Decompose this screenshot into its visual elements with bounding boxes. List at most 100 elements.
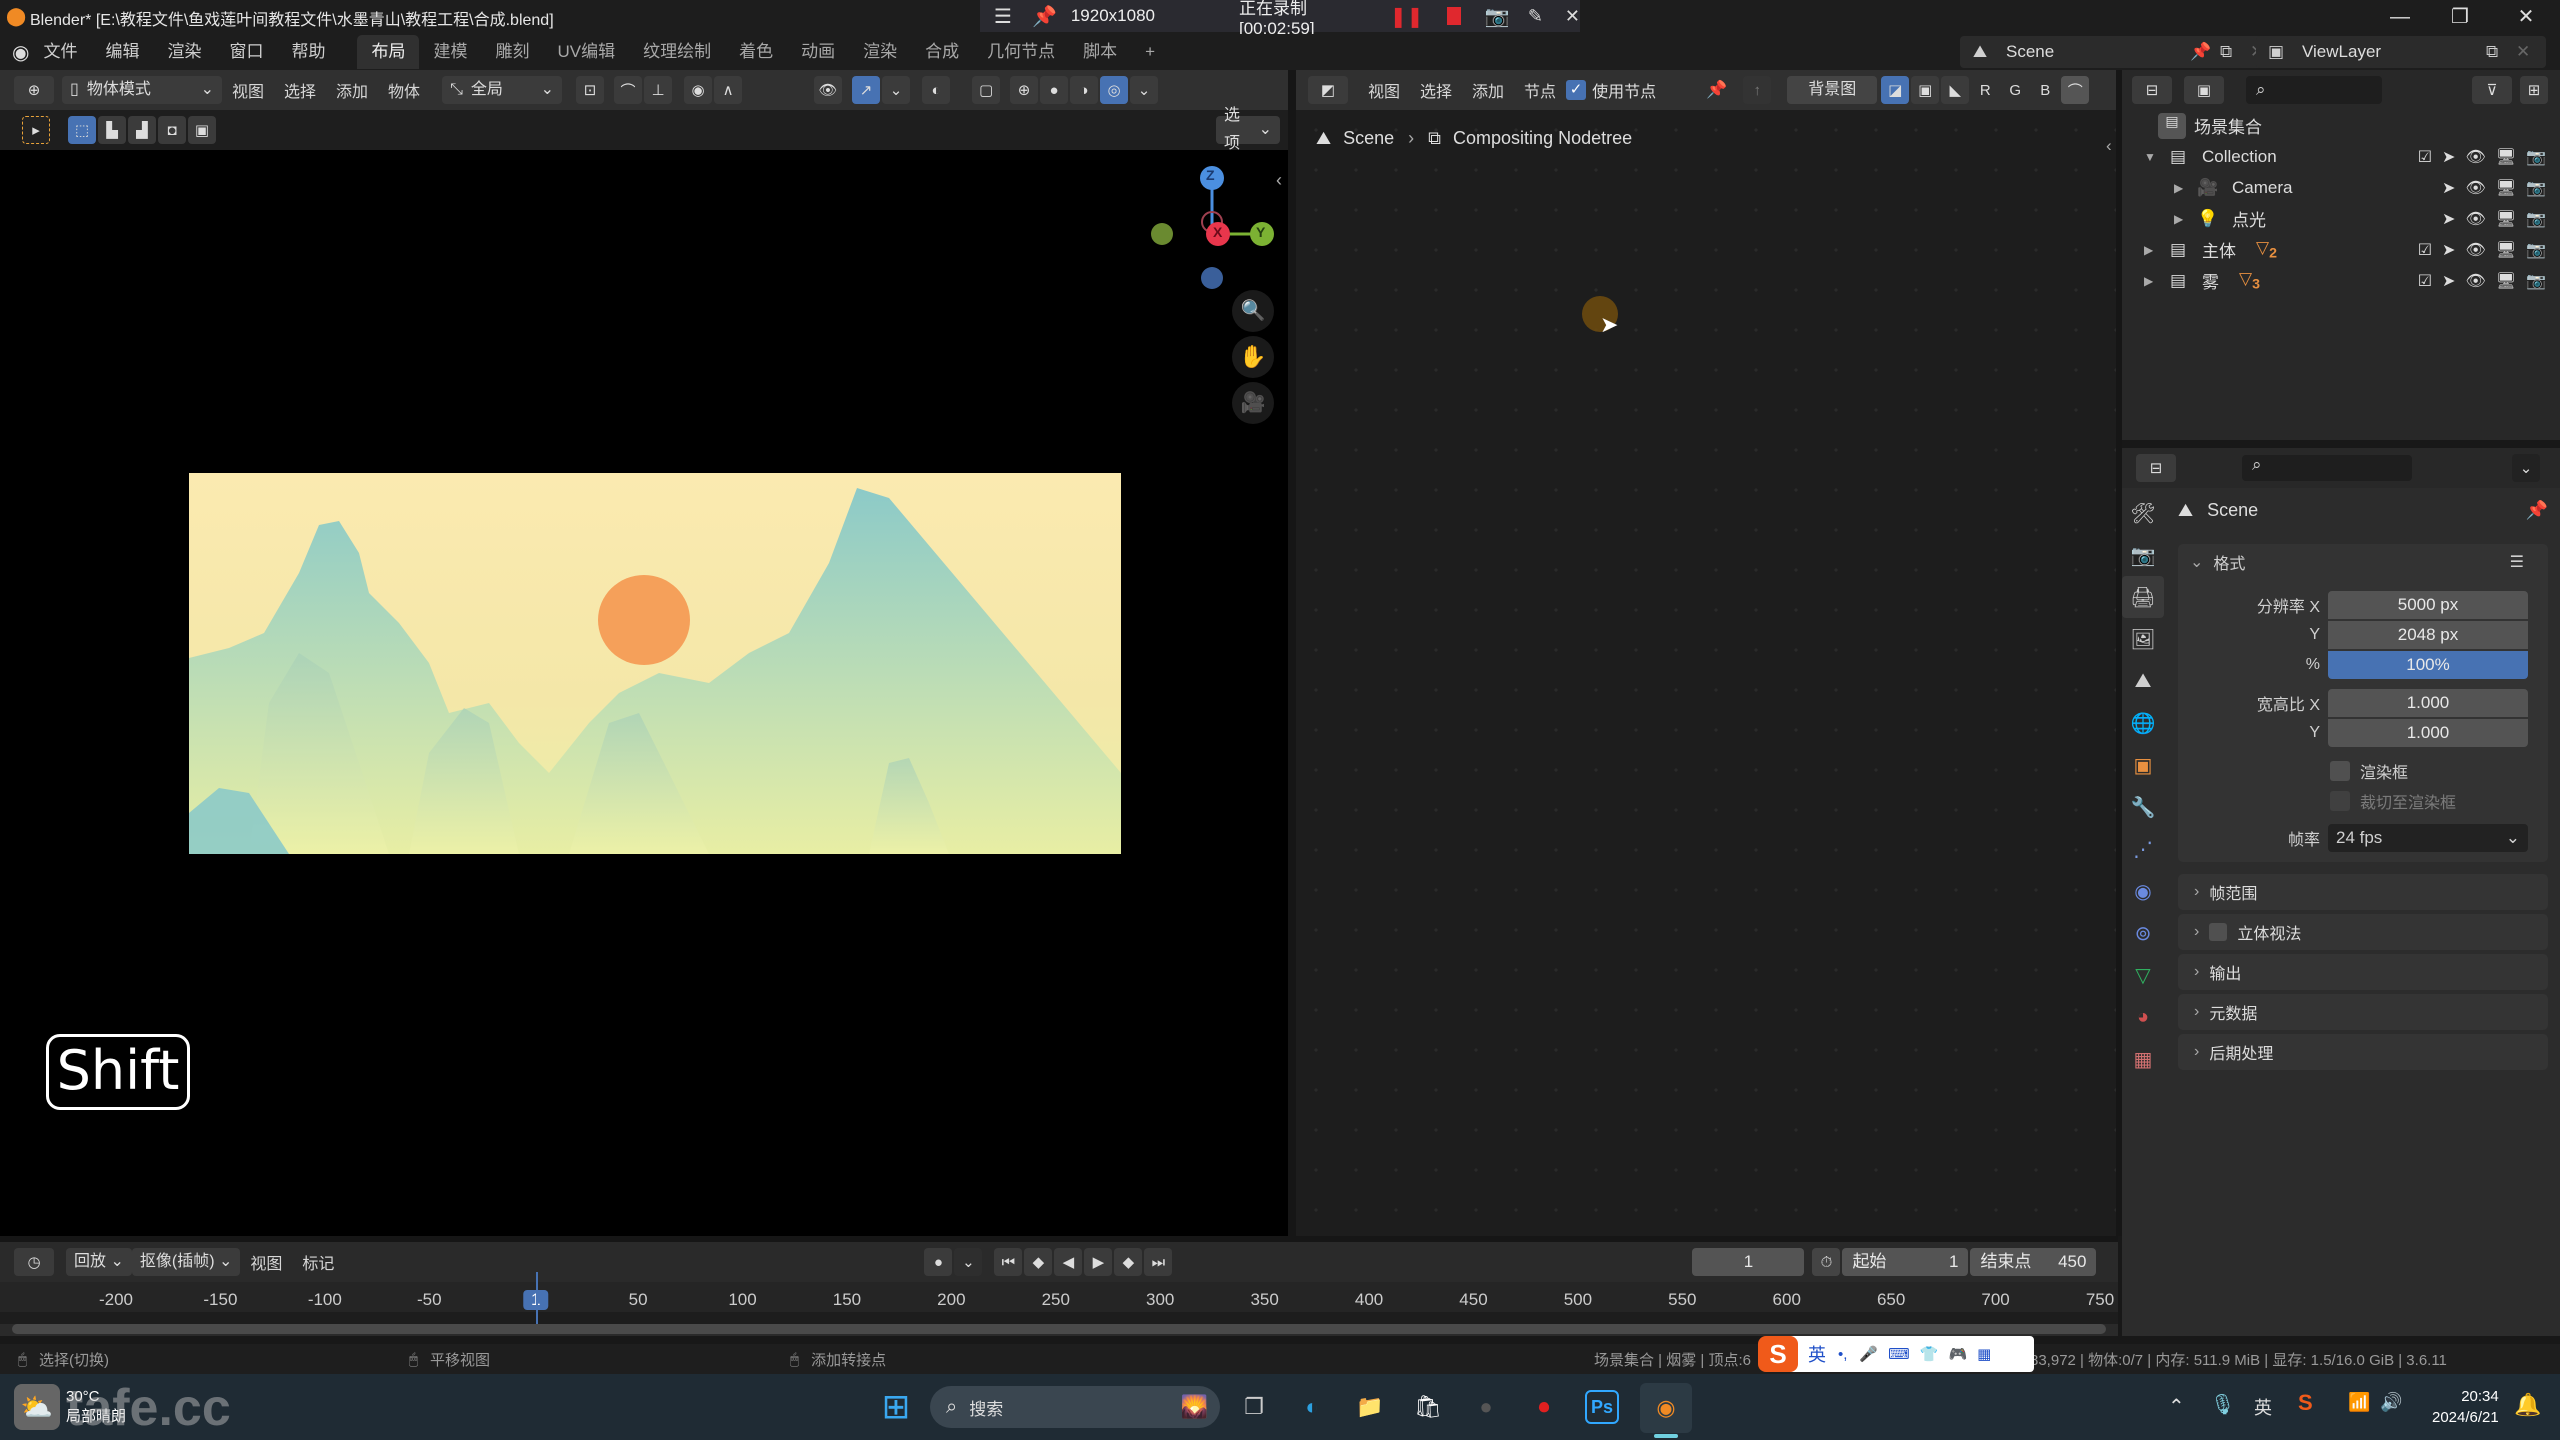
timeline-track[interactable] (0, 1312, 2118, 1324)
microphone-icon[interactable]: 🎤 (1859, 1345, 1878, 1363)
visibility-icon[interactable]: 👁 (814, 76, 843, 104)
ms-store-icon[interactable]: 🛍 (1406, 1385, 1450, 1429)
app-icon[interactable]: ● (1464, 1385, 1508, 1429)
sidebar-toggle-icon[interactable]: ‹ (1276, 170, 1282, 191)
collapsed-panel[interactable]: › 元数据 (2178, 994, 2548, 1030)
tray-language[interactable]: 英 (2254, 1394, 2272, 1420)
selectable-arrow-icon[interactable]: ➤ (2442, 271, 2455, 291)
exclude-checkbox[interactable]: ☑ (2418, 147, 2432, 167)
output-tab-icon[interactable]: 🖨 (2122, 576, 2164, 618)
editor-type-icon[interactable]: ⊕ (14, 76, 54, 104)
rendered-shading-icon[interactable]: ◎ (1100, 76, 1129, 104)
collapsed-panel[interactable]: › 后期处理 (2178, 1034, 2548, 1070)
options-dropdown-icon[interactable]: ⌄ (2512, 454, 2540, 482)
select-subtract-icon[interactable]: ▟ (128, 116, 156, 144)
outliner-root[interactable]: ▤ 场景集合 (2122, 110, 2560, 141)
wireframe-shading-icon[interactable]: ⊕ (1010, 76, 1039, 104)
compositor-node-editor[interactable] (1296, 70, 2116, 1236)
task-view-icon[interactable]: ❐ (1232, 1385, 1276, 1429)
node-menu-node[interactable]: 节点 (1514, 78, 1566, 102)
backdrop-alpha-icon[interactable]: ◣ (1941, 76, 1970, 104)
eye-icon[interactable]: 👁 (2465, 240, 2485, 260)
monitor-icon[interactable]: 🖥 (2496, 147, 2516, 167)
solid-shading-icon[interactable]: ● (1040, 76, 1069, 104)
pencil-icon[interactable]: ✎ (1528, 6, 1543, 27)
selectable-arrow-icon[interactable]: ➤ (2442, 147, 2455, 167)
aspect-x-field[interactable]: 1.000 (2328, 689, 2528, 717)
record-keyframe-icon[interactable]: ● (924, 1248, 953, 1276)
select-intersect-icon[interactable]: ▣ (188, 116, 216, 144)
tab-sculpting[interactable]: 雕刻 (481, 35, 543, 69)
tab-scripting[interactable]: 脚本 (1069, 35, 1131, 69)
tray-overflow-icon[interactable]: ⌃ (2168, 1394, 2185, 1419)
tab-shading[interactable]: 着色 (725, 35, 787, 69)
render-region-checkbox[interactable] (2330, 761, 2350, 781)
options-dropdown[interactable]: 选项 ⌄ (1216, 107, 1280, 152)
shading-dropdown-icon[interactable]: ⌄ (1130, 76, 1159, 104)
editor-type-icon[interactable]: ◷ (14, 1248, 54, 1276)
close-recorder-icon[interactable]: ✕ (1565, 6, 1580, 27)
new-scene-icon[interactable]: ⧉ (2220, 42, 2250, 62)
display-mode-icon[interactable]: ⊟ (2132, 76, 2172, 104)
menu-window[interactable]: 窗口 (215, 34, 277, 70)
editor-type-icon[interactable]: ⊟ (2136, 454, 2176, 482)
skin-icon[interactable]: 👕 (1920, 1345, 1939, 1363)
outliner-item[interactable]: ▶ 💡 点光 ➤ 👁 🖥 📷 (2122, 203, 2560, 234)
particles-tab-icon[interactable]: ⋰ (2122, 828, 2164, 870)
backdrop-color-icon[interactable]: ▣ (1911, 76, 1940, 104)
pivot-icon[interactable]: ⊡ (576, 76, 605, 104)
render-camera-icon[interactable]: 📷 (2526, 271, 2546, 291)
frame-rate-dropdown[interactable]: 24 fps ⌄ (2328, 824, 2528, 852)
channel-g[interactable]: G (2001, 76, 2029, 104)
node-menu-add[interactable]: 添加 (1462, 78, 1514, 102)
camera-icon[interactable]: 📷 (1485, 4, 1510, 29)
keying-dropdown[interactable]: 抠像(插帧) ⌄ (131, 1248, 241, 1276)
play-reverse-icon[interactable]: ◀ (1054, 1248, 1083, 1276)
viewport-menu-select[interactable]: 选择 (274, 78, 326, 102)
view-layer-filter-icon[interactable]: ▣ (2184, 76, 2224, 104)
tab-layout[interactable]: 布局 (357, 35, 420, 69)
physics-tab-icon[interactable]: ◉ (2122, 870, 2164, 912)
render-tab-icon[interactable]: 📷 (2122, 534, 2164, 576)
render-camera-icon[interactable]: 📷 (2526, 240, 2546, 260)
ime-language[interactable]: 英 (1808, 1341, 1826, 1367)
collapsed-panel[interactable]: › 输出 (2178, 954, 2548, 990)
expand-right-icon[interactable]: ▶ (2144, 243, 2164, 257)
menu-edit[interactable]: 编辑 (91, 34, 153, 70)
outliner-item-name[interactable]: Collection (2202, 147, 2277, 167)
select-extend-icon[interactable]: ▙ (98, 116, 126, 144)
delete-view-layer-icon[interactable]: ✕ (2516, 42, 2546, 62)
pause-icon[interactable]: ❚❚ (1390, 4, 1424, 29)
pin-icon[interactable]: 📌 (1706, 80, 1727, 100)
material-tab-icon[interactable]: ◕ (2122, 996, 2164, 1038)
tab-animation[interactable]: 动画 (787, 35, 849, 69)
tab-geometry-nodes[interactable]: 几何节点 (973, 35, 1069, 69)
outliner-item[interactable]: ▶ ▤ 雾 ▽3 ☑ ➤ 👁 🖥 📷 (2122, 265, 2560, 296)
render-camera-icon[interactable]: 📷 (2526, 147, 2546, 167)
outliner-item-name[interactable]: 主体 (2202, 237, 2236, 262)
menu-render[interactable]: 渲染 (153, 34, 215, 70)
exclude-checkbox[interactable]: ☑ (2418, 271, 2432, 291)
new-view-layer-icon[interactable]: ⧉ (2486, 42, 2516, 62)
channel-r[interactable]: R (1971, 76, 1999, 104)
resolution-y-field[interactable]: 2048 px (2328, 621, 2528, 649)
edge-icon[interactable]: ◐ (1290, 1385, 1334, 1429)
node-menu-select[interactable]: 选择 (1410, 78, 1462, 102)
select-new-icon[interactable]: ⬚ (68, 116, 96, 144)
format-panel-header[interactable]: ⌄ 格式 ☰ (2178, 544, 2548, 580)
select-invert-icon[interactable]: ◘ (158, 116, 186, 144)
outliner-item-name[interactable]: Camera (2232, 178, 2292, 198)
select-tool-icon[interactable]: ▸ (22, 116, 50, 144)
photoshop-icon[interactable]: Ps (1585, 1390, 1619, 1424)
viewport-menu-add[interactable]: 添加 (326, 78, 378, 102)
volume-icon[interactable]: 🔊 (2380, 1392, 2402, 1413)
playback-dropdown[interactable]: 回放 ⌄ (66, 1248, 132, 1276)
tab-modeling[interactable]: 建模 (419, 35, 481, 69)
sogou-logo-icon[interactable]: S (1758, 1336, 1798, 1372)
ime-toolbar[interactable]: S 英 •, 🎤 ⌨ 👕 🎮 ▦ (1758, 1336, 2034, 1372)
falloff-icon[interactable]: ∧ (714, 76, 743, 104)
selectable-arrow-icon[interactable]: ➤ (2442, 178, 2455, 198)
blender-menu-icon[interactable]: ◉ (12, 40, 29, 65)
new-collection-icon[interactable]: ⊞ (2520, 76, 2548, 104)
gizmo-toggle-icon[interactable]: ↗ (852, 76, 881, 104)
